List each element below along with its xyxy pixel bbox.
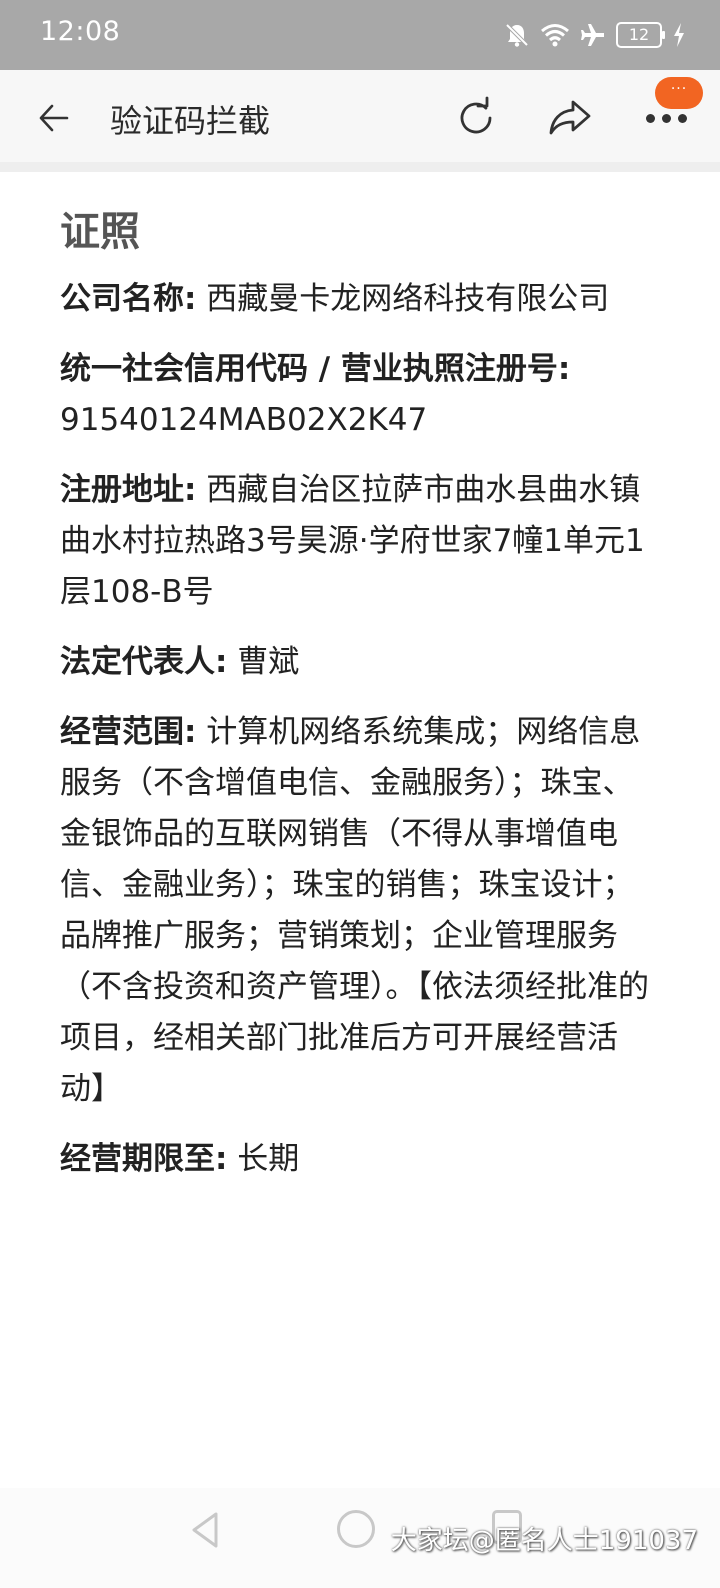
field-label: 经营期限至: — [60, 1141, 228, 1177]
business-term-field: 经营期限至: 长期 — [60, 1134, 660, 1185]
back-button[interactable] — [30, 94, 78, 142]
field-value: 91540124MAB02X2K47 — [60, 402, 428, 438]
status-time: 12:08 — [40, 16, 121, 47]
legal-representative-field: 法定代表人: 曹斌 — [60, 637, 660, 688]
license-section: 证照 公司名称: 西藏曼卡龙网络科技有限公司 统一社会信用代码 / 营业执照注册… — [60, 200, 660, 1204]
watermark: 大家坛@匿名人士191037 — [390, 1526, 698, 1556]
business-scope-field: 经营范围: 计算机网络系统集成；网络信息服务（不含增值电信、金融服务）；珠宝、金… — [60, 707, 660, 1115]
company-name-field: 公司名称: 西藏曼卡龙网络科技有限公司 — [60, 274, 660, 325]
airplane-icon — [581, 24, 604, 46]
share-icon — [549, 100, 591, 135]
field-value: 长期 — [237, 1141, 300, 1177]
address-field: 注册地址: 西藏自治区拉萨市曲水县曲水镇曲水村拉热路3号昊源·学府世家7幢1单元… — [60, 465, 660, 618]
share-button[interactable] — [546, 94, 594, 142]
charging-icon — [674, 23, 684, 47]
arrow-left-icon — [39, 104, 69, 132]
status-bar: 12:08 12 — [0, 0, 720, 70]
status-icons: 12 — [504, 18, 686, 52]
mute-bell-icon — [505, 23, 529, 47]
wifi-icon — [541, 24, 569, 47]
header-divider — [0, 162, 720, 172]
field-value: 西藏曼卡龙网络科技有限公司 — [206, 281, 610, 317]
section-title: 证照 — [60, 209, 140, 255]
app-bar: 验证码拦截 — [0, 70, 720, 162]
field-label: 经营范围: — [60, 714, 197, 750]
nav-back-icon[interactable] — [186, 1510, 226, 1550]
field-value: 计算机网络系统集成；网络信息服务（不含增值电信、金融服务）；珠宝、金银饰品的互联… — [60, 714, 649, 1107]
field-label: 统一社会信用代码 / 营业执照注册号: — [60, 351, 571, 387]
refresh-icon — [460, 96, 492, 134]
credit-code-field: 统一社会信用代码 / 营业执照注册号: 91540124MAB02X2K47 — [60, 344, 660, 446]
field-value: 曹斌 — [237, 644, 300, 680]
field-label: 公司名称: — [60, 281, 197, 317]
more-dots-icon — [645, 113, 687, 123]
field-label: 注册地址: — [60, 472, 197, 508]
field-label: 法定代表人: — [60, 644, 228, 680]
refresh-button[interactable] — [452, 94, 500, 142]
nav-home-icon[interactable] — [337, 1510, 375, 1548]
notification-badge: ··· — [655, 77, 703, 109]
battery-icon: 12 — [616, 22, 665, 48]
page-title: 验证码拦截 — [110, 102, 271, 140]
